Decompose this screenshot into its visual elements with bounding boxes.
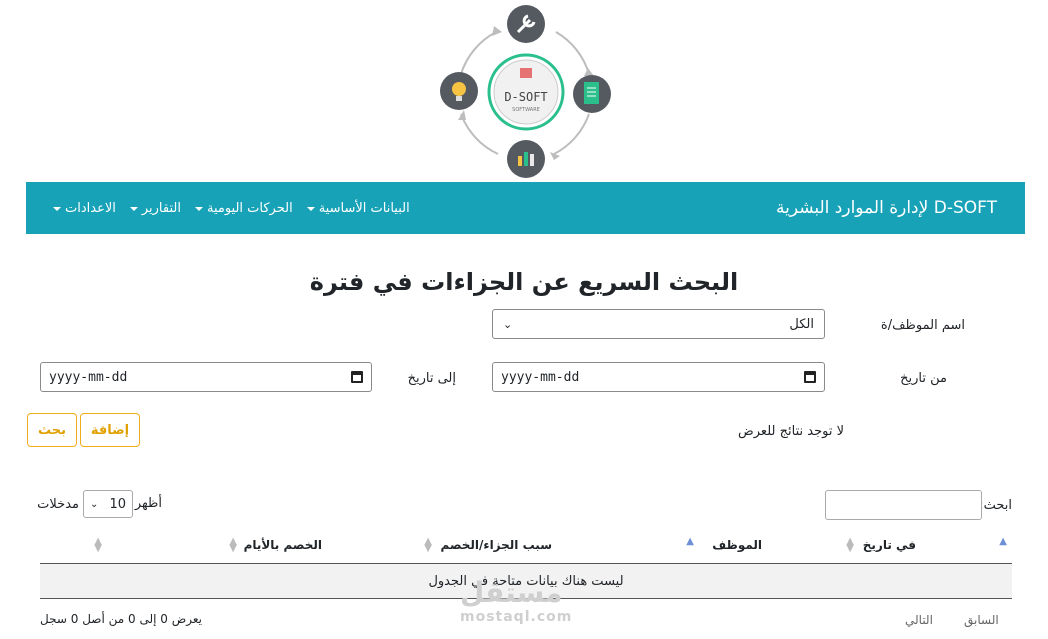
caret-down-icon [306, 206, 315, 211]
chevron-down-icon: ⌄ [90, 498, 99, 510]
page-length-value: 10 [109, 496, 126, 512]
navbar-brand[interactable]: D-SOFT لإدارة الموارد البشرية [776, 198, 997, 218]
page-length-select[interactable]: ⌄ 10 [83, 490, 133, 518]
nav-menu: البيانات الأساسية الحركات اليومية التقار… [46, 201, 417, 216]
from-date-placeholder: yyyy-mm-dd [501, 369, 580, 385]
to-date-placeholder: yyyy-mm-dd [49, 369, 128, 385]
to-date-label: إلى تاريخ [407, 371, 456, 386]
column-header-deduction-days[interactable]: الخصم بالأيام [244, 538, 322, 552]
calendar-icon[interactable] [804, 371, 816, 383]
page-length-show-label: أظهر [134, 496, 162, 511]
caret-down-icon [129, 206, 138, 211]
to-date-input[interactable]: yyyy-mm-dd [40, 362, 372, 392]
watermark: مستقل mostaql.com [460, 576, 573, 625]
nav-item-label: التقارير [141, 200, 181, 216]
no-results-message: لا توجد نتائج للعرض [738, 424, 844, 439]
nav-item-daily-transactions[interactable]: الحركات اليومية [188, 201, 300, 216]
sort-icon[interactable]: ▲ ▼ [94, 537, 102, 554]
add-button[interactable]: إضافة [80, 413, 140, 447]
nav-item-label: الاعدادات [65, 200, 116, 216]
table-search-label: ابحث: [979, 498, 1012, 513]
sort-icon[interactable]: ▲ ▼ [229, 537, 237, 554]
logo-name: D-SOFT [504, 90, 547, 104]
employee-label: اسم الموظف/ة [880, 318, 965, 333]
dsoft-logo: D-SOFT SOFTWARE [440, 5, 611, 178]
nav-item-label: الحركات اليومية [206, 200, 293, 216]
caret-down-icon [194, 206, 203, 211]
caret-down-icon [53, 206, 61, 211]
nav-item-basic-data[interactable]: البيانات الأساسية [300, 201, 417, 216]
logo-tagline: SOFTWARE [512, 107, 540, 113]
nav-item-label: البيانات الأساسية [318, 200, 410, 216]
watermark-latin: mostaql.com [460, 609, 573, 625]
page-length-entries-label: مدخلات [37, 497, 79, 512]
sort-icon[interactable]: ▲ [686, 537, 694, 547]
sort-icon[interactable]: ▲ [999, 537, 1007, 547]
sort-icon[interactable]: ▲ ▼ [846, 537, 854, 554]
pagination-previous[interactable]: السابق [964, 613, 999, 627]
table-header: في تاريخ ▲ الموظف ▲ ▼ سبب الجزاء/الخصم ▲ … [40, 530, 1012, 564]
sort-icon[interactable]: ▲ ▼ [424, 537, 432, 554]
employee-select[interactable]: الكل ⌄ [492, 309, 825, 339]
navbar: D-SOFT لإدارة الموارد البشرية البيانات ا… [26, 182, 1025, 234]
pagination-next[interactable]: التالي [905, 613, 933, 627]
column-header-penalty-reason[interactable]: سبب الجزاء/الخصم [441, 538, 552, 552]
employee-select-value: الكل [789, 316, 814, 332]
from-date-label: من تاريخ [900, 371, 947, 386]
search-button[interactable]: بحث [27, 413, 77, 447]
watermark-arabic: مستقل [460, 576, 563, 609]
page-title: البحث السريع عن الجزاءات في فترة [309, 268, 739, 296]
column-header-employee[interactable]: الموظف [712, 538, 762, 552]
nav-item-settings[interactable]: الاعدادات [46, 201, 123, 216]
table-info: يعرض 0 إلى 0 من أصل 0 سجل [40, 612, 202, 626]
calendar-icon[interactable] [351, 371, 363, 383]
chevron-down-icon: ⌄ [503, 317, 513, 331]
from-date-input[interactable]: yyyy-mm-dd [492, 362, 825, 392]
column-header-date[interactable]: في تاريخ [863, 538, 916, 552]
nav-item-reports[interactable]: التقارير [123, 201, 188, 216]
table-search-input[interactable] [825, 490, 982, 520]
